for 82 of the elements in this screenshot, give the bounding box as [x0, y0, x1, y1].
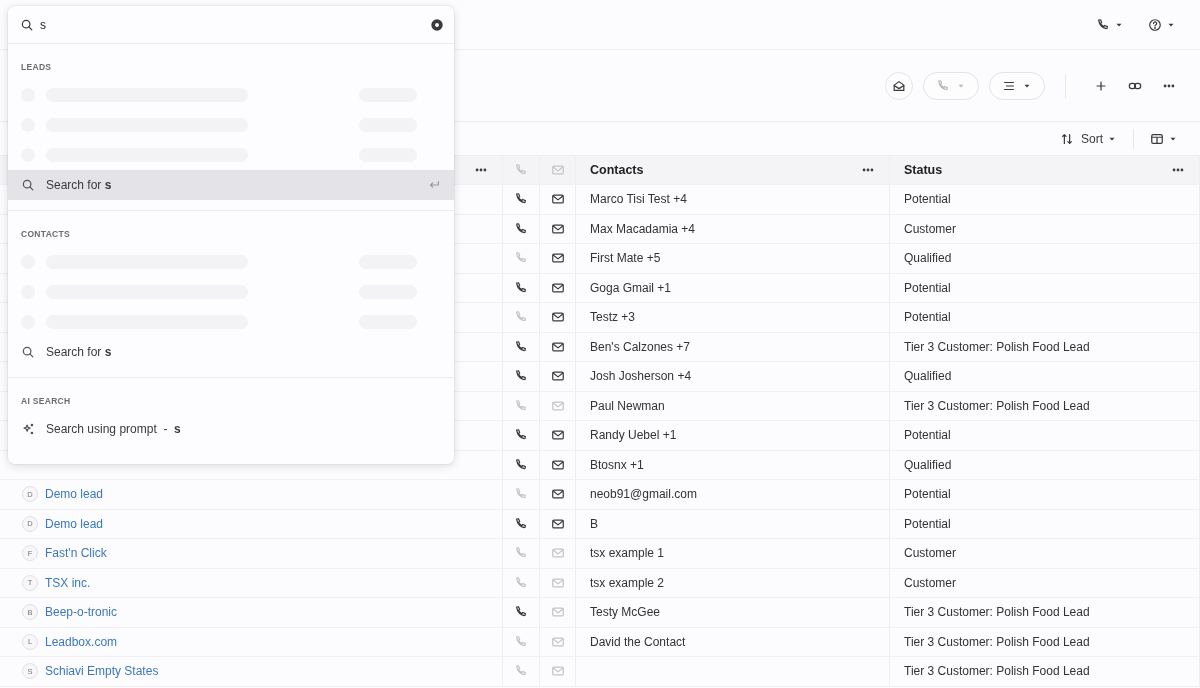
section-heading: AI SEARCH: [20, 395, 72, 408]
column-header[interactable]: Status: [904, 163, 943, 177]
section-heading: LEADS: [20, 61, 53, 74]
help-icon: [1148, 17, 1162, 32]
search-icon: [21, 178, 35, 192]
table-cell: Tier 3 Customer: Polish Food Lead: [904, 398, 1090, 413]
envelope-icon[interactable]: [550, 280, 565, 295]
envelope-icon: [892, 78, 906, 93]
table-cell: Potential: [904, 192, 951, 207]
table-cell: Qualified: [904, 369, 952, 384]
lead-link[interactable]: Demo lead: [45, 487, 104, 502]
envelope-icon[interactable]: [550, 428, 565, 443]
table-cell: Tier 3 Customer: Polish Food Lead: [904, 664, 1090, 679]
table-cell: neob91@gmail.com: [590, 487, 697, 502]
email-button[interactable]: [885, 71, 913, 100]
envelope-icon[interactable]: [550, 251, 565, 266]
lead-link[interactable]: TSX inc.: [45, 575, 91, 590]
search-icon: [20, 17, 34, 32]
table-cell: Customer: [904, 546, 956, 561]
envelope-icon[interactable]: [550, 369, 565, 384]
sequence-button[interactable]: [989, 71, 1045, 100]
table-cell: Customer: [904, 575, 956, 590]
table-cell: Paul Newman: [590, 398, 665, 413]
table-cell: Randy Uebel +1: [590, 428, 677, 443]
clear-button[interactable]: [430, 17, 444, 32]
sort-button[interactable]: Sort: [1058, 127, 1119, 150]
table-cell: Goga Gmail +1: [590, 280, 672, 295]
clear-icon: [430, 17, 444, 32]
envelope-icon: [550, 163, 565, 177]
lead-link[interactable]: Leadbox.com: [45, 634, 118, 649]
table-cell: B: [590, 516, 598, 531]
phone-icon[interactable]: [514, 221, 528, 236]
table-cell: Marco Tisi Test +4: [590, 192, 687, 207]
phone-icon[interactable]: [514, 339, 528, 354]
table-cell: tsx example 2: [590, 575, 665, 590]
search-option[interactable]: Search for s: [8, 170, 454, 200]
phone-icon: [514, 163, 528, 177]
section-heading: CONTACTS: [20, 228, 71, 241]
table-cell: Btosnx +1: [590, 457, 644, 472]
search-option[interactable]: Search for s: [8, 337, 454, 367]
table-cell: Josh Josherson +4: [590, 369, 692, 384]
lead-link[interactable]: Beep-o-tronic: [45, 605, 118, 620]
table-cell: Testz +3: [590, 310, 636, 325]
columns-icon: [1150, 131, 1164, 146]
envelope-icon[interactable]: [550, 221, 565, 236]
table-cell: David the Contact: [590, 634, 686, 649]
lead-link[interactable]: Schiavi Empty States: [45, 664, 159, 679]
sparkle-icon: [21, 422, 35, 436]
table-cell: Customer: [904, 221, 956, 236]
lead-link[interactable]: Fast'n Click: [45, 546, 107, 561]
table-cell: Qualified: [904, 251, 952, 266]
phone-icon: [1096, 17, 1110, 32]
table-cell: First Mate +5: [590, 251, 661, 266]
envelope-icon[interactable]: [550, 487, 565, 502]
table-cell: Ben's Calzones +7: [590, 339, 691, 354]
table-cell: Potential: [904, 516, 951, 531]
phone-icon[interactable]: [514, 280, 528, 295]
table-cell: Max Macadamia +4: [590, 221, 696, 236]
phone-icon[interactable]: [514, 516, 528, 531]
envelope-icon[interactable]: [550, 310, 565, 325]
table-cell: tsx example 1: [590, 546, 665, 561]
phone-icon[interactable]: [514, 457, 528, 472]
table-cell: Potential: [904, 310, 951, 325]
search-input[interactable]: s: [40, 17, 424, 32]
envelope-icon[interactable]: [550, 457, 565, 472]
table-cell: Tier 3 Customer: Polish Food Lead: [904, 605, 1090, 620]
search-option[interactable]: Search using prompt - s: [8, 414, 454, 444]
envelope-icon[interactable]: [550, 192, 565, 207]
search-icon: [21, 345, 35, 359]
column-header[interactable]: Contacts: [590, 163, 644, 177]
table-cell: Potential: [904, 428, 951, 443]
sort-icon: [1060, 131, 1074, 146]
envelope-icon[interactable]: [550, 516, 565, 531]
table-cell: Testy McGee: [590, 605, 661, 620]
phone-icon: [936, 78, 950, 93]
table-cell: Potential: [904, 280, 951, 295]
table-cell: Tier 3 Customer: Polish Food Lead: [904, 634, 1090, 649]
table-cell: Potential: [904, 487, 951, 502]
table-cell: Tier 3 Customer: Polish Food Lead: [904, 339, 1090, 354]
lead-link[interactable]: Demo lead: [45, 516, 104, 531]
table-cell: Qualified: [904, 457, 952, 472]
envelope-icon[interactable]: [550, 339, 565, 354]
